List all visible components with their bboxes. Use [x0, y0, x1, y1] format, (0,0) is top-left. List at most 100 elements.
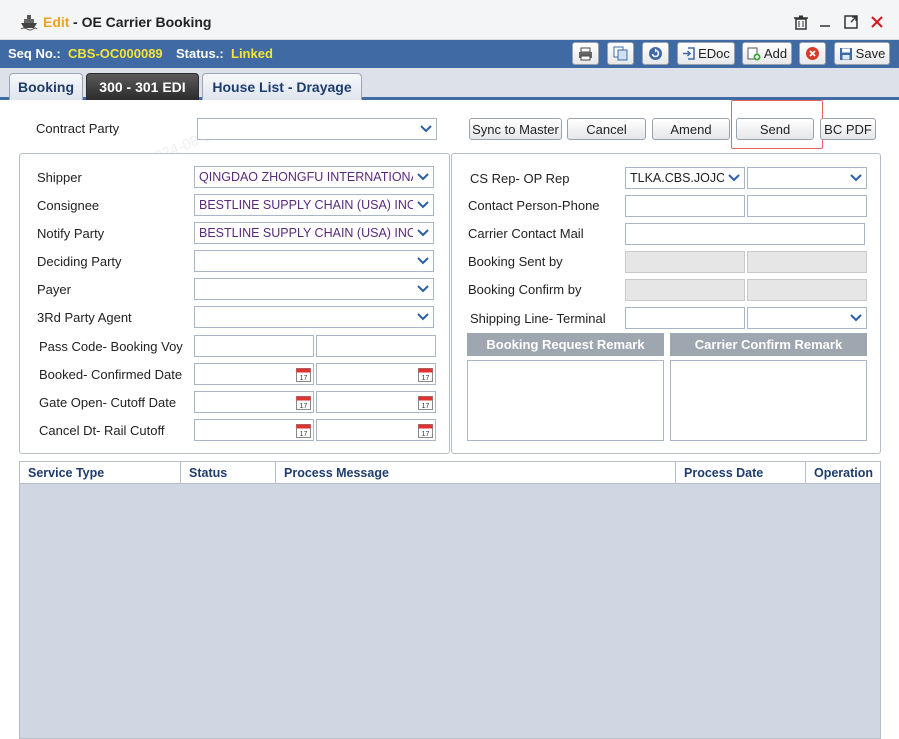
payer-select[interactable] — [194, 278, 434, 300]
calendar-glyph: 17 — [300, 403, 308, 410]
deciding-party-label: Deciding Party — [37, 254, 122, 269]
column-operation[interactable]: Operation — [806, 462, 880, 484]
contact-phone-input[interactable] — [747, 195, 867, 217]
calendar-icon[interactable]: 17 — [418, 367, 433, 382]
edoc-button[interactable]: EDoc — [677, 42, 735, 65]
notify-party-value: BESTLINE SUPPLY CHAIN (USA) INC — [199, 226, 416, 240]
copy-icon — [613, 46, 628, 61]
delete-button[interactable] — [799, 42, 826, 65]
booking-confirm-by-label: Booking Confirm by — [468, 282, 582, 297]
column-process-date[interactable]: Process Date — [676, 462, 806, 484]
contact-person-phone-label: Contact Person-Phone — [468, 198, 600, 213]
terminal-select[interactable] — [747, 307, 867, 329]
chevron-down-icon[interactable] — [846, 168, 866, 188]
gate-open-date-input[interactable]: 17 — [194, 391, 314, 413]
cutoff-date-input[interactable]: 17 — [316, 391, 436, 413]
refresh-button[interactable] — [642, 42, 669, 65]
add-document-icon — [747, 47, 761, 60]
tab-house-list-drayage[interactable]: House List - Drayage — [202, 73, 362, 100]
close-icon[interactable] — [868, 13, 886, 31]
bc-pdf-button[interactable]: BC PDF — [820, 118, 876, 140]
calendar-glyph: 17 — [422, 403, 430, 410]
carrier-confirm-remark-header: Carrier Confirm Remark — [670, 333, 867, 356]
chevron-down-icon[interactable] — [413, 251, 433, 271]
printer-icon — [579, 47, 592, 60]
contract-party-label: Contract Party — [36, 121, 120, 136]
calendar-icon[interactable]: 17 — [418, 423, 433, 438]
booking-confirm-date-field — [747, 279, 867, 301]
booking-voy-input[interactable] — [316, 335, 436, 357]
tab-booking[interactable]: Booking — [9, 73, 83, 100]
carrier-contact-mail-label: Carrier Contact Mail — [468, 226, 584, 241]
chevron-down-icon[interactable] — [416, 119, 436, 139]
add-button[interactable]: Add — [742, 42, 792, 65]
booking-request-remark-textarea[interactable] — [467, 360, 664, 441]
shipper-label: Shipper — [37, 170, 82, 185]
pass-code-input[interactable] — [194, 335, 314, 357]
seq-no-label: Seq No.: — [8, 46, 61, 61]
trash-icon[interactable] — [792, 13, 810, 31]
copy-button[interactable] — [607, 42, 634, 65]
column-service-type[interactable]: Service Type — [20, 462, 181, 484]
rail-cutoff-input[interactable]: 17 — [316, 419, 436, 441]
chevron-down-icon[interactable] — [846, 308, 866, 328]
booking-sent-date-field — [747, 251, 867, 273]
delete-icon — [806, 47, 819, 60]
cs-rep-select[interactable]: TLKA.CBS.JOJO — [625, 167, 745, 189]
window-title-text: OE Carrier Booking — [81, 14, 212, 30]
maximize-icon[interactable] — [842, 13, 860, 31]
calendar-icon[interactable]: 17 — [296, 367, 311, 382]
tab-strip: Booking 300 - 301 EDI House List - Draya… — [0, 68, 899, 100]
status-value: Linked — [231, 46, 273, 61]
window-title: - OE Carrier Booking — [73, 14, 212, 30]
carrier-contact-mail-input[interactable] — [625, 223, 865, 245]
calendar-icon[interactable]: 17 — [296, 423, 311, 438]
booked-date-input[interactable]: 17 — [194, 363, 314, 385]
shipper-value: QINGDAO ZHONGFU INTERNATIONAL — [199, 170, 426, 184]
calendar-icon[interactable]: 17 — [296, 395, 311, 410]
cancel-button[interactable]: Cancel — [567, 118, 646, 140]
shipping-line-input[interactable] — [625, 307, 745, 329]
column-status[interactable]: Status — [181, 462, 276, 484]
booking-sent-by-label: Booking Sent by — [468, 254, 563, 269]
calendar-glyph: 17 — [422, 431, 430, 438]
ship-icon — [20, 13, 38, 31]
seq-no-value: CBS-OC000089 — [68, 46, 163, 61]
amend-button[interactable]: Amend — [652, 118, 730, 140]
deciding-party-select[interactable] — [194, 250, 434, 272]
shipper-select[interactable]: QINGDAO ZHONGFU INTERNATIONAL — [194, 166, 434, 188]
calendar-icon[interactable]: 17 — [418, 395, 433, 410]
save-button[interactable]: Save — [834, 42, 890, 65]
chevron-down-icon[interactable] — [413, 223, 433, 243]
third-party-agent-label: 3Rd Party Agent — [37, 310, 132, 325]
chevron-down-icon[interactable] — [724, 168, 744, 188]
chevron-down-icon[interactable] — [413, 307, 433, 327]
booking-sent-by-field — [625, 251, 745, 273]
status-label: Status.: — [176, 46, 224, 61]
consignee-value: BESTLINE SUPPLY CHAIN (USA) INC — [199, 198, 416, 212]
calendar-glyph: 17 — [422, 375, 430, 382]
tab-300-301-edi[interactable]: 300 - 301 EDI — [86, 73, 199, 100]
gate-open-cutoff-date-label: Gate Open- Cutoff Date — [39, 395, 177, 410]
third-party-agent-select[interactable] — [194, 306, 434, 328]
notify-party-label: Notify Party — [37, 226, 105, 241]
refresh-icon — [649, 47, 662, 60]
cs-rep-value: TLKA.CBS.JOJO — [630, 171, 726, 185]
notify-party-select[interactable]: BESTLINE SUPPLY CHAIN (USA) INC — [194, 222, 434, 244]
cancel-date-input[interactable]: 17 — [194, 419, 314, 441]
confirmed-date-input[interactable]: 17 — [316, 363, 436, 385]
send-button[interactable]: Send — [736, 118, 814, 140]
minimize-icon[interactable] — [816, 13, 834, 31]
contact-person-input[interactable] — [625, 195, 745, 217]
chevron-down-icon[interactable] — [413, 279, 433, 299]
booked-confirmed-date-label: Booked- Confirmed Date — [39, 367, 183, 382]
column-process-message[interactable]: Process Message — [276, 462, 676, 484]
chevron-down-icon[interactable] — [413, 195, 433, 215]
chevron-down-icon[interactable] — [413, 167, 433, 187]
sync-to-master-button[interactable]: Sync to Master — [469, 118, 562, 140]
contract-party-select[interactable] — [197, 118, 437, 140]
consignee-select[interactable]: BESTLINE SUPPLY CHAIN (USA) INC — [194, 194, 434, 216]
op-rep-select[interactable] — [747, 167, 867, 189]
print-button[interactable] — [572, 42, 599, 65]
carrier-confirm-remark-textarea[interactable] — [670, 360, 867, 441]
